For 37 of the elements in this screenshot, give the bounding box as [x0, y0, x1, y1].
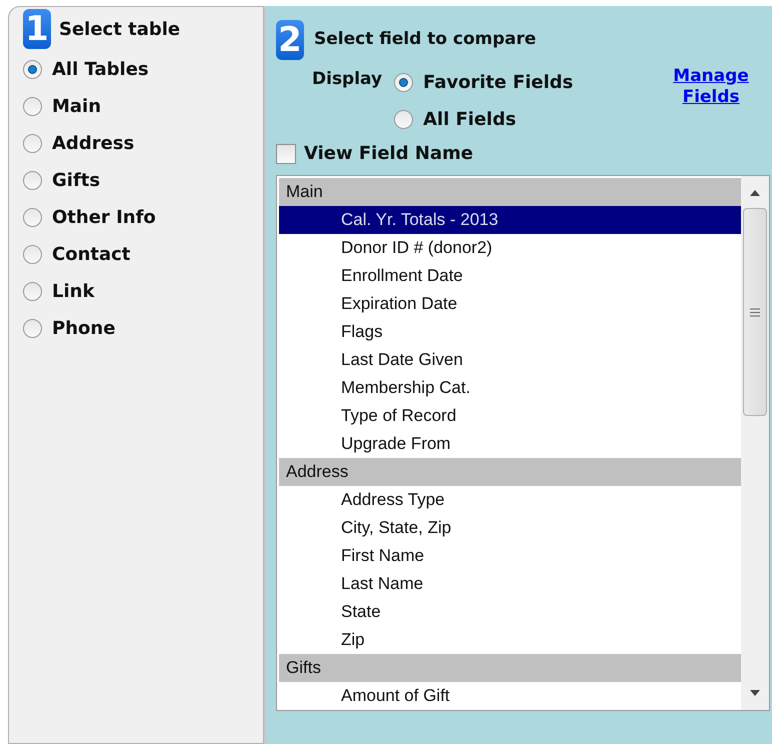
scrollbar[interactable]	[741, 176, 769, 710]
grip-icon	[750, 308, 760, 316]
radio-button[interactable]	[23, 319, 42, 338]
radio-label[interactable]: Phone	[52, 315, 116, 342]
scroll-down-icon[interactable]	[750, 690, 760, 696]
radio-button[interactable]	[23, 171, 42, 190]
display-label: Display	[312, 68, 382, 91]
radio-button[interactable]	[23, 60, 42, 79]
radio-label[interactable]: All Fields	[423, 106, 516, 133]
radio-label[interactable]: Other Info	[52, 204, 156, 231]
group-header: Address	[279, 458, 741, 486]
radio-label[interactable]: Gifts	[52, 167, 100, 194]
radio-label[interactable]: Address	[52, 130, 134, 157]
group-header: Gifts	[279, 654, 741, 682]
section-title: Select field to compare	[314, 28, 536, 52]
radio-button[interactable]	[394, 110, 414, 129]
radio-label[interactable]: Link	[52, 278, 94, 305]
radio-button[interactable]	[23, 282, 42, 301]
radio-label[interactable]: Favorite Fields	[423, 69, 574, 96]
step-number: 2	[276, 20, 304, 60]
section-title: Select table	[59, 18, 180, 42]
radio-label[interactable]: All Tables	[52, 56, 149, 83]
radio-label[interactable]: Contact	[52, 241, 130, 268]
scroll-up-icon[interactable]	[750, 190, 760, 196]
group-header: Main	[279, 178, 741, 206]
radio-button[interactable]	[23, 134, 42, 153]
checkbox[interactable]	[276, 144, 296, 164]
radio-label[interactable]: Main	[52, 93, 102, 120]
radio-button[interactable]	[23, 208, 42, 227]
scroll-thumb[interactable]	[743, 208, 767, 416]
radio-button[interactable]	[23, 97, 42, 116]
radio-button[interactable]	[23, 245, 42, 264]
field-row[interactable]: Cal. Yr. Totals - 2013	[279, 206, 741, 234]
checkbox-label[interactable]: View Field Name	[304, 140, 474, 167]
manage-fields-link[interactable]: Manage Fields	[666, 66, 756, 138]
radio-button[interactable]	[394, 73, 414, 92]
step-number: 1	[23, 9, 51, 49]
